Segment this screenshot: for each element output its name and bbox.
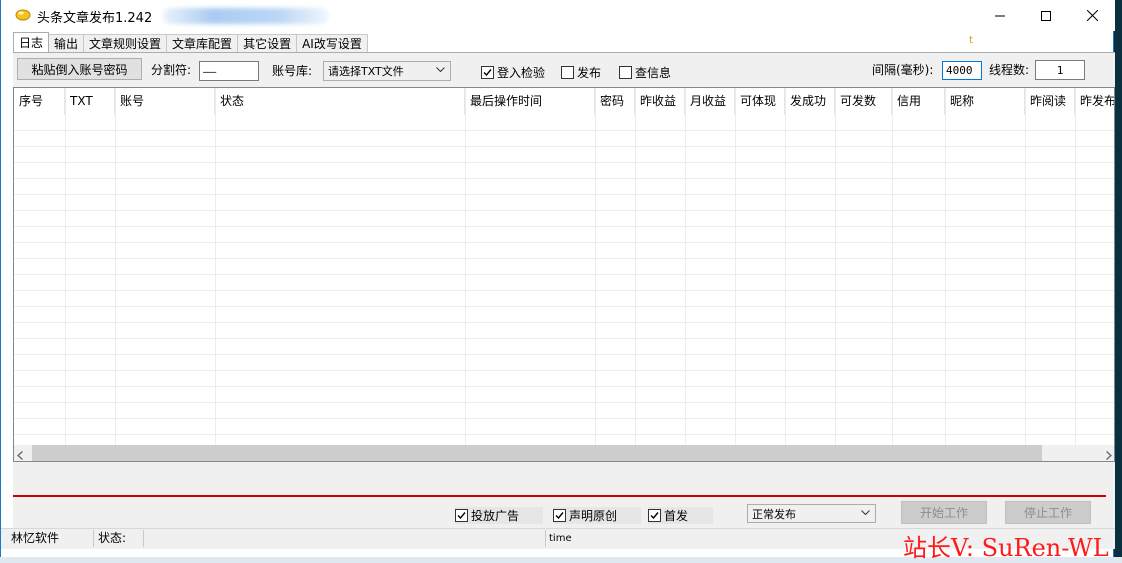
tab-ai-rewrite[interactable]: AI改写设置	[296, 34, 368, 52]
col-header-account[interactable]: 账号	[115, 88, 215, 115]
tab-article-library[interactable]: 文章库配置	[166, 34, 239, 52]
account-library-label: 账号库:	[272, 64, 313, 78]
publish-mode-value: 正常发布	[752, 507, 796, 521]
login-check-checkbox[interactable]: 登入检验	[481, 64, 545, 81]
maximize-button[interactable]	[1023, 0, 1069, 31]
main-window: 头条文章发布1.242 日志 输出 文章规则设置 文章库配置 其它设置 AI改写…	[0, 0, 1115, 557]
publish-mode-select[interactable]: 正常发布	[747, 504, 876, 523]
publish-label: 发布	[577, 66, 602, 80]
table-header: 序号 TXT 账号 状态 最后操作时间 密码 昨收益 月收益 可体现 发成功 可…	[14, 88, 1114, 115]
tab-log[interactable]: 日志	[13, 32, 50, 52]
col-header-available-count[interactable]: 可发数	[835, 88, 892, 115]
account-library-value: 请选择TXT文件	[328, 65, 404, 78]
separator-input[interactable]: ——	[199, 61, 259, 81]
col-header-credit[interactable]: 信用	[892, 88, 945, 115]
redacted-title-area	[163, 8, 329, 24]
col-header-yesterday-reads[interactable]: 昨阅读	[1025, 88, 1075, 115]
status-time: time	[549, 533, 572, 544]
col-header-yesterday-posts[interactable]: 昨发布	[1075, 88, 1114, 115]
query-info-checkbox[interactable]: 查信息	[619, 64, 671, 81]
desktop-edge-right	[1114, 0, 1122, 557]
checkbox-checked	[481, 66, 494, 79]
col-header-nickname[interactable]: 昵称	[945, 88, 1025, 115]
maximize-icon	[1041, 10, 1051, 21]
tab-strip: 日志 输出 文章规则设置 文章库配置 其它设置 AI改写设置	[13, 32, 368, 52]
status-label: 状态:	[98, 531, 127, 545]
minimize-button[interactable]	[977, 0, 1023, 31]
checkbox-checked	[553, 509, 566, 522]
login-check-label: 登入检验	[497, 66, 546, 80]
status-company: 林忆软件	[11, 531, 60, 545]
col-header-withdrawable[interactable]: 可体现	[735, 88, 785, 115]
paste-accounts-button[interactable]: 粘贴倒入账号密码	[17, 58, 142, 80]
interval-label: 间隔(毫秒):	[872, 63, 934, 77]
declare-original-label: 声明原创	[569, 509, 618, 523]
scroll-right-icon[interactable]	[1106, 449, 1112, 463]
close-icon	[1086, 10, 1098, 21]
account-library-select[interactable]: 请选择TXT文件	[323, 61, 451, 81]
col-header-status[interactable]: 状态	[215, 88, 465, 115]
first-publish-checkbox[interactable]: 首发	[648, 507, 713, 524]
col-header-index[interactable]: 序号	[14, 88, 65, 115]
stop-work-button[interactable]: 停止工作	[1005, 501, 1091, 524]
start-work-button[interactable]: 开始工作	[901, 501, 987, 524]
separator-label: 分割符:	[151, 63, 192, 77]
watermark-text: 站长V: SuRen-WL	[903, 534, 1109, 562]
ads-label: 投放广告	[471, 509, 520, 523]
separator-line	[13, 495, 1106, 497]
tab-other-settings[interactable]: 其它设置	[237, 34, 298, 52]
col-header-success-count[interactable]: 发成功	[785, 88, 835, 115]
declare-original-checkbox[interactable]: 声明原创	[553, 507, 641, 524]
col-header-password[interactable]: 密码	[595, 88, 635, 115]
interval-input[interactable]: 4000	[942, 61, 982, 80]
ads-checkbox[interactable]: 投放广告	[455, 507, 543, 524]
checkbox-checked	[455, 509, 468, 522]
col-header-month-income[interactable]: 月收益	[685, 88, 735, 115]
accounts-table[interactable]: 序号 TXT 账号 状态 最后操作时间 密码 昨收益 月收益 可体现 发成功 可…	[13, 87, 1115, 462]
chevron-down-icon	[861, 510, 870, 516]
publish-checkbox[interactable]: 发布	[561, 64, 601, 81]
first-publish-label: 首发	[664, 509, 689, 523]
col-header-txt[interactable]: TXT	[65, 88, 115, 115]
checkbox-unchecked	[619, 66, 632, 79]
close-button[interactable]	[1069, 0, 1115, 31]
query-info-label: 查信息	[635, 66, 672, 80]
chevron-down-icon	[436, 67, 445, 73]
table-body[interactable]	[14, 115, 1114, 445]
col-header-yesterday-income[interactable]: 昨收益	[635, 88, 685, 115]
app-icon	[15, 7, 31, 21]
checkbox-checked	[648, 509, 661, 522]
window-title: 头条文章发布1.242	[37, 11, 153, 26]
scroll-left-icon[interactable]	[17, 449, 23, 463]
threads-input[interactable]: 1	[1035, 60, 1085, 80]
tab-marker: t	[969, 35, 973, 46]
title-bar[interactable]: 头条文章发布1.242	[1, 0, 1115, 31]
threads-label: 线程数:	[989, 63, 1030, 77]
tab-output[interactable]: 输出	[48, 34, 85, 52]
minimize-icon	[995, 15, 1005, 16]
tab-article-rules[interactable]: 文章规则设置	[83, 34, 168, 52]
col-header-last-operation-time[interactable]: 最后操作时间	[465, 88, 595, 115]
checkbox-unchecked	[561, 66, 574, 79]
scrollbar-thumb[interactable]	[32, 445, 1042, 461]
